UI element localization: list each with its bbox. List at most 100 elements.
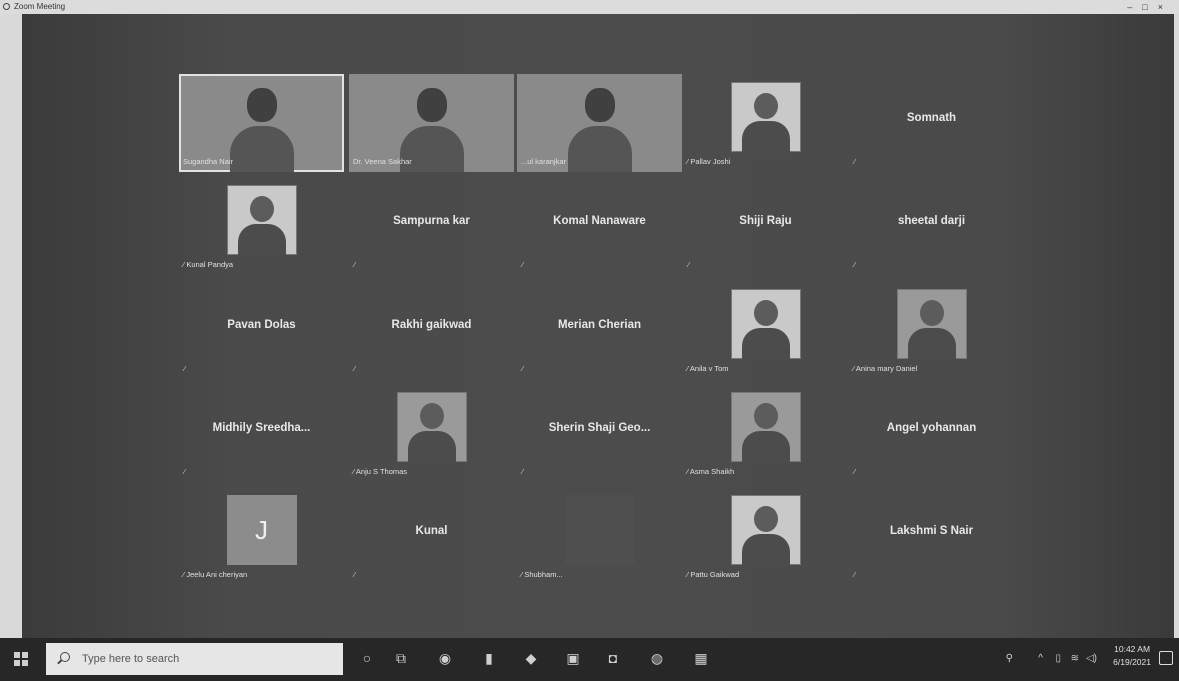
mic-muted-icon: ⁄ <box>688 260 690 269</box>
search-placeholder: Type here to search <box>82 653 180 665</box>
file-icon[interactable]: ▮ <box>480 649 498 667</box>
participant-tile[interactable]: J ⁄ Jeelu Ani cheriyan <box>179 487 344 585</box>
participant-name: Angel yohannan <box>886 422 977 434</box>
taskbar-clock[interactable]: 10:42 AM 6/19/2021 <box>1113 643 1151 669</box>
participant-tile[interactable]: Somnath ⁄ <box>849 74 1014 172</box>
participant-name: ...ul karanjkar <box>521 157 567 166</box>
task-view-icon[interactable]: ⧉ <box>392 649 410 667</box>
participant-tile[interactable]: ⁄ Shubham... <box>517 487 682 585</box>
chevron-up-icon[interactable]: ^ <box>1038 653 1043 664</box>
participant-tile[interactable]: ⁄ Kunal Pandya <box>179 177 344 275</box>
participant-tile[interactable]: Sugandha Nair <box>179 74 344 172</box>
participant-name: ⁄ Jeelu Ani cheriyan <box>183 570 248 579</box>
participant-tile[interactable]: Komal Nanaware ⁄ <box>517 177 682 275</box>
participant-name: ⁄ Pattu Gaikwad <box>687 570 740 579</box>
zoom-taskbar-icon[interactable]: ◘ <box>604 649 622 667</box>
participant-photo <box>730 392 801 463</box>
photos-icon[interactable]: ▦ <box>692 649 710 667</box>
edge-icon[interactable]: ◉ <box>436 649 454 667</box>
participant-tile[interactable]: Lakshmi S Nair ⁄ <box>849 487 1014 585</box>
participant-tile[interactable]: ⁄ Asma Shaikh <box>683 384 848 482</box>
participant-video-off <box>564 495 635 565</box>
participant-tile[interactable]: ⁄ Anina mary Daniel <box>849 281 1014 379</box>
mic-muted-icon: ⁄ <box>354 364 356 373</box>
participant-photo <box>896 289 967 360</box>
participant-tile[interactable]: Kunal ⁄ <box>349 487 514 585</box>
participant-name: Shiji Raju <box>739 215 792 227</box>
photo-body <box>741 534 790 566</box>
people-icon[interactable]: ⚲ <box>1006 653 1013 664</box>
participant-tile[interactable]: ⁄ Pattu Gaikwad <box>683 487 848 585</box>
wifi-icon[interactable]: ≋ <box>1071 653 1079 664</box>
window-title: Zoom Meeting <box>14 2 66 11</box>
zoom-app-icon <box>3 3 10 10</box>
participant-photo <box>730 289 801 360</box>
start-button[interactable] <box>14 652 28 666</box>
window-controls[interactable]: –□× <box>1127 0 1173 14</box>
participant-tile[interactable]: ...ul karanjkar <box>517 74 682 172</box>
photo-head <box>753 93 778 119</box>
mic-muted-icon: ⁄ <box>854 157 856 166</box>
participant-name: Sampurna kar <box>393 215 470 227</box>
windows-taskbar: Type here to search ○ ⧉ ◉ ▮ ◆ ▣ ◘ ◍ ▦ ⚲ … <box>0 638 1179 681</box>
photo-body <box>907 328 956 360</box>
clock-time: 10:42 AM <box>1114 644 1151 654</box>
participant-name: ⁄ Asma Shaikh <box>687 467 735 476</box>
participant-name: Sherin Shaji Geo... <box>548 422 651 434</box>
photo-body <box>237 224 286 256</box>
photo-body <box>407 431 456 463</box>
participant-tile[interactable]: Shiji Raju ⁄ <box>683 177 848 275</box>
participant-video <box>584 88 615 122</box>
mic-muted-icon: ⁄ <box>854 260 856 269</box>
volume-icon[interactable]: ◁) <box>1086 653 1097 664</box>
cortana-icon[interactable]: ○ <box>358 649 376 667</box>
window-title-bar: Zoom Meeting –□× <box>0 0 1179 14</box>
participant-tile[interactable]: Pavan Dolas ⁄ <box>179 281 344 379</box>
notification-icon[interactable] <box>1159 651 1173 665</box>
photo-body <box>741 328 790 360</box>
participant-photo <box>396 392 467 463</box>
photo-head <box>753 403 778 429</box>
participant-name: Lakshmi S Nair <box>889 525 974 537</box>
photo-head <box>919 300 944 326</box>
participant-video-body <box>567 126 632 172</box>
participant-photo <box>226 185 297 256</box>
photo-body <box>741 121 790 153</box>
app-icon[interactable]: ◆ <box>522 649 540 667</box>
participant-tile[interactable]: Angel yohannan ⁄ <box>849 384 1014 482</box>
video-gallery: Sugandha Nair Dr. Veena Sakhar ...ul karan… <box>22 14 1174 638</box>
participant-tile[interactable]: sheetal darji ⁄ <box>849 177 1014 275</box>
participant-photo <box>730 82 801 153</box>
participant-name: Rakhi gaikwad <box>391 319 472 331</box>
participant-name: sheetal darji <box>897 215 966 227</box>
participant-name: Pavan Dolas <box>227 319 296 331</box>
participant-tile[interactable]: ⁄ Anila v Tom <box>683 281 848 379</box>
participant-video <box>246 88 277 122</box>
participant-name: Somnath <box>906 112 957 124</box>
participant-tile[interactable]: Merian Cherian ⁄ <box>517 281 682 379</box>
participant-name: Midhily Sreedha... <box>212 422 311 434</box>
participant-tile[interactable]: Midhily Sreedha... ⁄ <box>179 384 344 482</box>
participant-video-body <box>229 126 294 172</box>
participant-tile[interactable]: Rakhi gaikwad ⁄ <box>349 281 514 379</box>
participant-avatar: J <box>226 495 297 565</box>
mic-muted-icon: ⁄ <box>854 570 856 579</box>
participant-name: Merian Cherian <box>557 319 642 331</box>
mic-muted-icon: ⁄ <box>354 260 356 269</box>
battery-icon[interactable]: ▯ <box>1055 653 1061 664</box>
participant-name: Sugandha Nair <box>183 157 234 166</box>
photo-head <box>419 403 444 429</box>
participant-tile[interactable]: Dr. Veena Sakhar <box>349 74 514 172</box>
search-icon <box>60 652 70 662</box>
mic-muted-icon: ⁄ <box>522 364 524 373</box>
participant-tile[interactable]: ⁄ Pallav Joshi <box>683 74 848 172</box>
taskbar-search-box[interactable]: Type here to search <box>46 643 343 675</box>
photo-body <box>741 431 790 463</box>
participant-tile[interactable]: Sherin Shaji Geo... ⁄ <box>517 384 682 482</box>
store-icon[interactable]: ▣ <box>564 649 582 667</box>
photo-head <box>249 196 274 222</box>
chrome-icon[interactable]: ◍ <box>648 649 666 667</box>
participant-tile[interactable]: Sampurna kar ⁄ <box>349 177 514 275</box>
mic-muted-icon: ⁄ <box>184 467 186 476</box>
participant-tile[interactable]: ⁄ Anju S Thomas <box>349 384 514 482</box>
